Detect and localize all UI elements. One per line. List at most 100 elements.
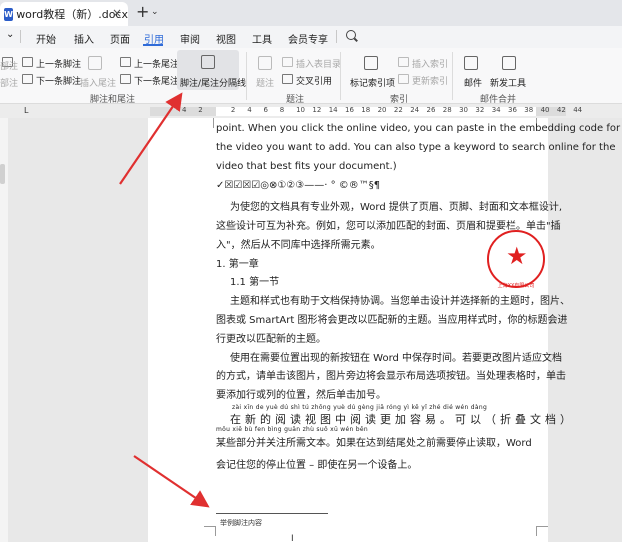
prev-endnote-button[interactable]: 上一条尾注 [134,57,179,70]
active-tab-indicator [143,44,163,46]
ruler-number: 20 [377,106,387,114]
ruler-number: 26 [426,106,436,114]
insert-footnote-label-cut[interactable]: 部注 [0,59,18,72]
ruler-number: 8 [279,106,285,114]
ruler-number: 40 [540,106,550,114]
tab-stop-selector-icon[interactable]: L [24,106,28,115]
insert-footnote-label-cut-2[interactable]: 部注 [0,76,18,89]
footnote-separator-line [216,513,328,514]
ruler-number: 18 [361,106,371,114]
ruler-number: 10 [296,106,306,114]
ruler-number: 2 [230,106,236,114]
spaced-text-line: 在新的阅读视图中阅读更加容易。可以（折叠文档） [230,413,575,426]
menu-tab-home[interactable]: 开始 [36,31,56,46]
menu-tab-view[interactable]: 视图 [216,31,236,46]
paragraph2-line3: 行更改以匹配新的主题。 [216,334,326,345]
ruler-number: 16 [345,106,354,114]
seal-text: 上海XX有限公司 [497,283,535,289]
body-text-en-line3: video that best fits your document.) [216,161,397,172]
caption-button[interactable]: 题注 [256,76,274,89]
new-tab-caret-icon[interactable]: ⌄ [151,7,159,17]
insert-index-icon [398,57,409,67]
insert-table-of-figures-button[interactable]: 插入表目录 [296,57,341,70]
search-icon[interactable] [346,30,356,40]
ruler-number: 32 [475,106,485,114]
paragraph3-line3: 要添加行或列的位置，然后单击加号。 [216,390,386,401]
ribbon-separator [340,52,341,100]
ruler-number: 4 [247,106,252,114]
footnote-separator-icon [201,55,215,69]
caption-icon [258,56,272,70]
menu-tab-review[interactable]: 审阅 [180,31,200,46]
ruler-number: 24 [410,106,420,114]
menu-tab-member[interactable]: 会员专享 [288,31,328,46]
prev-endnote-icon [120,57,131,67]
ruler-number: 22 [393,106,403,114]
prev-footnote-button[interactable]: 上一条脚注 [36,57,81,70]
paragraph4-line2: 会记住您的停止位置 – 即使在另一个设备上。 [216,460,418,471]
insert-index-button[interactable]: 插入索引 [412,57,448,70]
menu-tab-layout[interactable]: 页面 [110,31,130,46]
ruler-number: 6 [263,106,268,114]
next-footnote-icon [22,74,33,84]
word-app-icon: W [4,7,14,21]
text-cursor-icon: I [291,534,294,542]
body-text-en-line1: point. When you click the online video, … [216,123,621,134]
ruler-number: 44 [573,106,583,114]
menu-collapse-caret-icon[interactable]: ⌄ [6,29,14,40]
paragraph1-line3: 入"，然后从不同库中选择所需元素。 [216,240,381,251]
margin-corner-mark [536,526,548,536]
margin-corner-mark [204,526,216,536]
insert-endnote-icon [88,56,102,70]
ruler-number: 4 [182,106,187,114]
doc-tools-icon [502,56,516,70]
ruler-number: 36 [508,106,517,114]
close-tab-icon[interactable]: × [112,6,122,20]
footnote-content: 举例脚注内容 [220,519,262,527]
menu-tab-insert[interactable]: 插入 [74,31,94,46]
cross-reference-icon [282,74,293,84]
body-text-en-line2: the video you want to add. You can also … [216,142,616,153]
next-endnote-button[interactable]: 下一条尾注 [134,74,179,87]
ruler-number: 38 [524,106,534,114]
ruler-number: 2 [198,106,203,114]
footnote-separator-label: 脚注/尾注分隔线 [180,79,247,89]
ruler-number: 12 [312,106,322,114]
paragraph3-line1: 使用在需要位置出现的新按钮在 Word 中保存时间。若要更改图片适应文档 [230,353,563,364]
paragraph1-line1: 为使您的文档具有专业外观，Word 提供了页眉、页脚、封面和文本框设计, [230,202,563,213]
ruler-number: 28 [442,106,452,114]
paragraph2-line1: 主题和样式也有助于文档保持协调。当您单击设计并选择新的主题时，图片、 [230,296,570,307]
heading-chapter-1: 1. 第一章 [216,259,259,270]
margin-corner-mark [204,118,214,128]
new-tab-icon[interactable]: + [136,4,149,20]
mark-index-entry-icon [364,56,378,70]
update-index-button[interactable]: 更新索引 [412,74,448,87]
ruler-number: 30 [459,106,469,114]
mail-icon [464,56,478,70]
pinyin-line1: zài xīn de yuè dú shì tú zhōng yuè dú gè… [232,404,488,411]
prev-footnote-icon [22,57,33,67]
doc-tools-button[interactable]: 新发工具 [490,76,526,89]
symbols-line: ✓☒☑☒☑◎⊗①②③——· ° ©®™§¶ [216,180,381,191]
paragraph3-line2: 的方式，请单击该图片，图片旁边将会显示布局选项按钮。当处理表格时，单击 [216,371,566,382]
table-of-figures-icon [282,57,293,67]
ribbon-separator [452,52,453,100]
menu-separator [336,30,337,43]
paragraph4-line1: 某些部分并关注所需文本。如果在达到结尾处之前需要停止读取，Word [216,438,532,449]
cross-reference-button[interactable]: 交叉引用 [296,74,332,87]
ruler-number: 14 [328,106,338,114]
word-app: W word教程（新）.docx × + ⌄ ⌄ 开始 插入 页面 引用 审阅 … [0,0,622,542]
document-tab[interactable]: W word教程（新）.docx × [0,2,128,26]
ruler-number: 42 [556,106,566,114]
mark-index-entry-button[interactable]: 标记索引项 [350,76,395,89]
mail-button[interactable]: 邮件 [464,76,482,89]
ribbon-separator [246,52,247,100]
insert-endnote-button[interactable]: 插入尾注 [80,76,116,89]
ruler-number: 34 [491,106,501,114]
menu-tab-tools[interactable]: 工具 [252,31,272,46]
next-footnote-button[interactable]: 下一条脚注 [36,74,81,87]
menu-separator [20,30,21,43]
title-bar: W word教程（新）.docx × + ⌄ [0,0,622,26]
paragraph2-line2: 图表或 SmartArt 图形将会更改以匹配新的主题。当应用样式时，你的标题会进 [216,315,568,326]
rail-scroll-handle[interactable] [0,164,5,184]
